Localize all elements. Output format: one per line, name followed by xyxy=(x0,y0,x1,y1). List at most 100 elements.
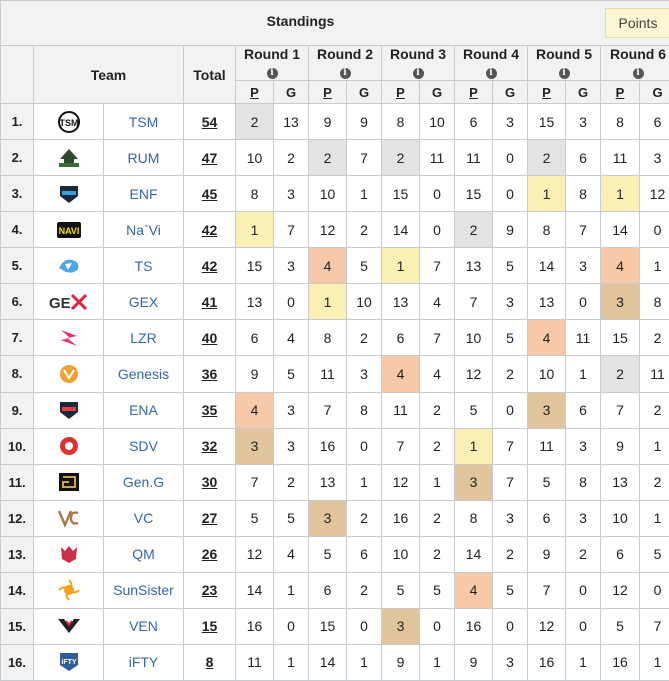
team-name-link[interactable]: SunSister xyxy=(103,571,184,609)
round-1-points-header[interactable]: P xyxy=(235,80,274,104)
rank-cell: 3. xyxy=(0,175,34,213)
round-points-cell: 15 xyxy=(454,175,493,213)
round-games-cell: 3 xyxy=(273,247,309,285)
round-6-games-header[interactable]: G xyxy=(639,80,669,104)
round-4-games-header[interactable]: G xyxy=(492,80,528,104)
info-icon[interactable]: i xyxy=(632,68,644,79)
round-points-cell: 15 xyxy=(527,102,566,141)
total-points-cell[interactable]: 42 xyxy=(183,247,236,285)
round-games-cell: 0 xyxy=(419,175,455,213)
total-points-cell[interactable]: 41 xyxy=(183,283,236,321)
total-points-cell[interactable]: 42 xyxy=(183,211,236,249)
team-name-link[interactable]: SDV xyxy=(103,427,184,465)
total-points-cell[interactable]: 15 xyxy=(183,607,236,645)
total-points-cell[interactable]: 45 xyxy=(183,175,236,213)
round-games-cell: 0 xyxy=(419,607,455,645)
round-2-games-header[interactable]: G xyxy=(346,80,382,104)
team-name-link[interactable]: VC xyxy=(103,499,184,537)
round-games-cell: 12 xyxy=(639,175,669,213)
team-name-link[interactable]: Gen.G xyxy=(103,463,184,501)
round-games-cell: 10 xyxy=(346,283,382,321)
round-6-points-header[interactable]: P xyxy=(600,80,640,104)
total-points-cell[interactable]: 54 xyxy=(183,102,236,141)
info-icon[interactable]: i xyxy=(266,68,278,79)
round-games-cell: 13 xyxy=(273,102,309,141)
round-games-cell: 6 xyxy=(565,139,601,177)
team-name-link[interactable]: GEX xyxy=(103,283,184,321)
round-games-cell: 1 xyxy=(273,571,309,609)
info-icon[interactable]: i xyxy=(485,68,497,79)
round-points-cell: 5 xyxy=(308,535,347,573)
round-points-cell: 13 xyxy=(235,283,274,321)
enf-logo-icon xyxy=(56,183,82,205)
total-points-cell[interactable]: 47 xyxy=(183,139,236,177)
round-5-games-header[interactable]: G xyxy=(565,80,601,104)
round-points-cell: 5 xyxy=(454,391,493,429)
team-name-link[interactable]: Na`Vi xyxy=(103,211,184,249)
round-games-cell: 3 xyxy=(565,427,601,465)
round-points-cell: 6 xyxy=(235,319,274,357)
round-2-points-header[interactable]: P xyxy=(308,80,347,104)
team-name-link[interactable]: ENA xyxy=(103,391,184,429)
team-name-link[interactable]: TSM xyxy=(103,102,184,141)
total-points-cell[interactable]: 36 xyxy=(183,355,236,393)
round-points-cell: 3 xyxy=(308,499,347,537)
round-games-cell: 8 xyxy=(565,175,601,213)
total-points-cell[interactable]: 30 xyxy=(183,463,236,501)
round-points-cell: 8 xyxy=(308,319,347,357)
ven-logo-icon xyxy=(56,615,82,637)
round-games-cell: 6 xyxy=(565,391,601,429)
round-games-cell: 1 xyxy=(639,643,669,681)
team-name-link[interactable]: ENF xyxy=(103,175,184,213)
round-points-cell: 9 xyxy=(381,643,420,681)
round-games-cell: 7 xyxy=(565,211,601,249)
round-games-cell: 0 xyxy=(639,211,669,249)
total-points-cell[interactable]: 23 xyxy=(183,571,236,609)
round-4-points-header[interactable]: P xyxy=(454,80,493,104)
round-points-cell: 13 xyxy=(600,463,640,501)
total-points-cell[interactable]: 35 xyxy=(183,391,236,429)
total-points-cell[interactable]: 32 xyxy=(183,427,236,465)
round-5-points-header[interactable]: P xyxy=(527,80,566,104)
team-name-link[interactable]: VEN xyxy=(103,607,184,645)
round-points-cell: 5 xyxy=(527,463,566,501)
genesis-logo-icon xyxy=(56,363,82,385)
total-points-cell[interactable]: 8 xyxy=(183,643,236,681)
round-points-cell: 15 xyxy=(308,607,347,645)
round-points-cell: 13 xyxy=(308,463,347,501)
round-1-games-header[interactable]: G xyxy=(273,80,309,104)
round-3-points-header[interactable]: P xyxy=(381,80,420,104)
info-icon[interactable]: i xyxy=(339,68,351,79)
total-points-cell[interactable]: 40 xyxy=(183,319,236,357)
info-icon[interactable]: i xyxy=(412,68,424,79)
round-points-cell: 12 xyxy=(454,355,493,393)
rank-cell: 15. xyxy=(0,607,34,645)
standings-table: Standings Points Team Total Round 1 i Roun… xyxy=(0,0,669,681)
team-name-link[interactable]: iFTY xyxy=(103,643,184,681)
round-points-cell: 13 xyxy=(527,283,566,321)
table-row: 3. ENF 45 8 3 10 1 15 0 15 0 1 8 1 12 xyxy=(0,175,669,213)
rank-header xyxy=(0,45,34,104)
total-points-cell[interactable]: 27 xyxy=(183,499,236,537)
total-header[interactable]: Total xyxy=(183,45,236,104)
points-toggle-button[interactable]: Points xyxy=(605,8,669,38)
round-games-cell: 1 xyxy=(565,643,601,681)
total-points-cell[interactable]: 26 xyxy=(183,535,236,573)
round-label: Round 1 xyxy=(244,46,300,62)
round-games-cell: 4 xyxy=(419,283,455,321)
round-points-cell: 7 xyxy=(600,391,640,429)
team-name-link[interactable]: LZR xyxy=(103,319,184,357)
team-header[interactable]: Team xyxy=(33,45,184,104)
team-name-link[interactable]: QM xyxy=(103,535,184,573)
round-3-games-header[interactable]: G xyxy=(419,80,455,104)
team-name-link[interactable]: RUM xyxy=(103,139,184,177)
info-icon[interactable]: i xyxy=(558,68,570,79)
team-logo-cell xyxy=(33,535,104,573)
team-name-link[interactable]: Genesis xyxy=(103,355,184,393)
round-points-cell: 3 xyxy=(600,283,640,321)
round-points-cell: 9 xyxy=(600,427,640,465)
team-name-link[interactable]: TS xyxy=(103,247,184,285)
round-games-cell: 5 xyxy=(346,247,382,285)
table-row: 1. TSM TSM 54 2 13 9 9 8 10 6 3 15 3 8 6 xyxy=(0,102,669,141)
round-points-cell: 10 xyxy=(600,499,640,537)
